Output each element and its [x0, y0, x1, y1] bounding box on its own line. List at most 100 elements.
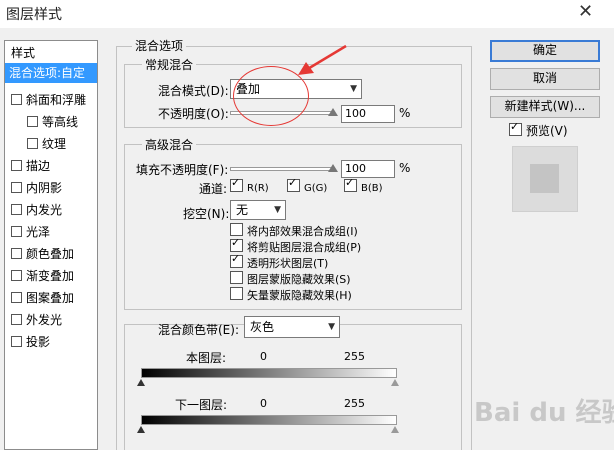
option-label: 矢量蒙版隐藏效果(H): [247, 289, 352, 302]
underlying-white-slider[interactable]: [391, 426, 399, 433]
style-item-texture[interactable]: 纹理: [5, 134, 97, 154]
option-layer-mask-hides[interactable]: 图层蒙版隐藏效果(S): [230, 271, 351, 287]
checkbox-icon[interactable]: [230, 236, 243, 252]
underlying-layer-label: 下一图层:: [175, 398, 228, 412]
checkbox-icon[interactable]: [27, 116, 38, 127]
annotation-arrow-icon: [298, 44, 347, 75]
checkbox-icon[interactable]: [11, 314, 22, 325]
opacity-slider-thumb[interactable]: [328, 108, 338, 116]
blend-if-value: 灰色: [250, 320, 275, 334]
blend-if-group: [124, 324, 462, 450]
style-item-label: 描边: [26, 159, 51, 173]
chevron-down-icon: ▼: [328, 322, 335, 332]
this-layer-white-slider[interactable]: [391, 379, 399, 386]
style-item-label: 图案叠加: [26, 291, 75, 305]
checkbox-icon[interactable]: [11, 248, 22, 259]
chevron-down-icon: ▼: [350, 84, 357, 94]
style-item-gradient-overlay[interactable]: 渐变叠加: [5, 266, 97, 286]
checkbox-icon[interactable]: [11, 336, 22, 347]
title-bar: [0, 0, 614, 28]
preview-swatch-inner: [530, 164, 559, 193]
preview-toggle[interactable]: 预览(V): [509, 120, 568, 139]
option-blend-clipped[interactable]: 将剪贴图层混合成组(P): [230, 236, 362, 255]
style-item-label: 渐变叠加: [26, 269, 75, 283]
checkbox-icon[interactable]: [11, 182, 22, 193]
checkbox-icon[interactable]: [230, 271, 243, 284]
checkbox-icon[interactable]: [27, 138, 38, 149]
style-item-label: 斜面和浮雕: [26, 93, 87, 107]
fill-opacity-slider-thumb[interactable]: [328, 164, 338, 172]
checkbox-icon[interactable]: [11, 204, 22, 215]
this-layer-label: 本图层:: [186, 351, 227, 365]
channel-b-label: B(B): [361, 183, 383, 194]
cancel-button[interactable]: 取消: [490, 68, 600, 90]
style-item-label: 纹理: [42, 137, 67, 151]
underlying-min-value: 0: [260, 397, 267, 410]
blend-mode-label: 混合模式(D):: [158, 84, 229, 98]
general-blending-title: 常规混合: [142, 56, 197, 73]
style-list-header: 样式: [11, 46, 36, 60]
style-item-label: 内发光: [26, 203, 63, 217]
channel-g[interactable]: G(G): [287, 176, 327, 194]
opacity-unit: %: [399, 106, 411, 120]
style-item-outer-glow[interactable]: 外发光: [5, 310, 97, 330]
underlying-black-slider[interactable]: [137, 426, 145, 433]
style-item-label: 颜色叠加: [26, 247, 75, 261]
option-label: 透明形状图层(T): [247, 257, 329, 270]
style-item-label: 内阴影: [26, 181, 63, 195]
checkbox-icon[interactable]: [11, 292, 22, 303]
checkbox-icon[interactable]: [11, 94, 22, 105]
option-label: 图层蒙版隐藏效果(S): [247, 273, 351, 286]
checkbox-icon[interactable]: [287, 176, 300, 192]
opacity-label: 不透明度(O):: [158, 107, 229, 121]
this-layer-black-slider[interactable]: [137, 379, 145, 386]
option-transparency-shapes[interactable]: 透明形状图层(T): [230, 252, 329, 271]
style-item-satin[interactable]: 光泽: [5, 222, 97, 242]
close-icon[interactable]: ✕: [578, 1, 593, 22]
style-item-pattern-overlay[interactable]: 图案叠加: [5, 288, 97, 308]
style-item-blending-options[interactable]: 混合选项:自定: [5, 63, 97, 83]
knockout-select[interactable]: 无 ▼: [230, 200, 286, 220]
underlying-max-value: 255: [344, 397, 365, 410]
checkbox-icon[interactable]: [11, 160, 22, 171]
style-item-stroke[interactable]: 描边: [5, 156, 97, 176]
checkbox-icon[interactable]: [230, 287, 243, 300]
blend-if-select[interactable]: 灰色 ▼: [244, 316, 340, 338]
checkbox-icon[interactable]: [230, 176, 243, 192]
style-item-label: 投影: [26, 335, 51, 349]
option-blend-interior[interactable]: 将内部效果混合成组(I): [230, 223, 358, 239]
style-item-label: 混合选项:自定: [9, 66, 86, 80]
option-vector-mask-hides[interactable]: 矢量蒙版隐藏效果(H): [230, 287, 352, 303]
blending-options-title: 混合选项: [132, 37, 187, 54]
advanced-blending-title: 高级混合: [142, 136, 197, 153]
style-list: 样式 混合选项:自定 斜面和浮雕 等高线 纹理 描边 内阴影 内发光 光泽 颜色…: [4, 40, 98, 450]
this-layer-max-value: 255: [344, 350, 365, 363]
option-label: 将剪贴图层混合成组(P): [247, 241, 362, 254]
style-item-inner-glow[interactable]: 内发光: [5, 200, 97, 220]
style-item-color-overlay[interactable]: 颜色叠加: [5, 244, 97, 264]
chevron-down-icon: ▼: [274, 205, 281, 215]
opacity-input[interactable]: 100: [341, 105, 395, 123]
style-item-label: 等高线: [42, 115, 79, 129]
style-item-bevel-emboss[interactable]: 斜面和浮雕: [5, 90, 97, 110]
channel-b[interactable]: B(B): [344, 176, 383, 194]
blend-if-label: 混合颜色带(E):: [158, 323, 239, 337]
checkbox-icon[interactable]: [344, 176, 357, 192]
style-item-drop-shadow[interactable]: 投影: [5, 332, 97, 352]
option-label: 将内部效果混合成组(I): [247, 225, 358, 238]
style-item-contour[interactable]: 等高线: [5, 112, 97, 132]
checkbox-icon[interactable]: [11, 270, 22, 281]
channel-r-label: R(R): [247, 183, 269, 194]
checkbox-icon[interactable]: [230, 223, 243, 236]
style-item-inner-shadow[interactable]: 内阴影: [5, 178, 97, 198]
checkbox-icon[interactable]: [230, 252, 243, 268]
checkbox-icon[interactable]: [11, 226, 22, 237]
new-style-button[interactable]: 新建样式(W)...: [490, 96, 600, 118]
fill-opacity-slider-track[interactable]: [230, 167, 334, 171]
fill-opacity-unit: %: [399, 161, 411, 175]
fill-opacity-label: 填充不透明度(F):: [136, 163, 229, 177]
channel-r[interactable]: R(R): [230, 176, 269, 194]
this-layer-gradient: [141, 368, 397, 378]
ok-button[interactable]: 确定: [490, 40, 600, 62]
checkbox-icon[interactable]: [509, 120, 522, 136]
